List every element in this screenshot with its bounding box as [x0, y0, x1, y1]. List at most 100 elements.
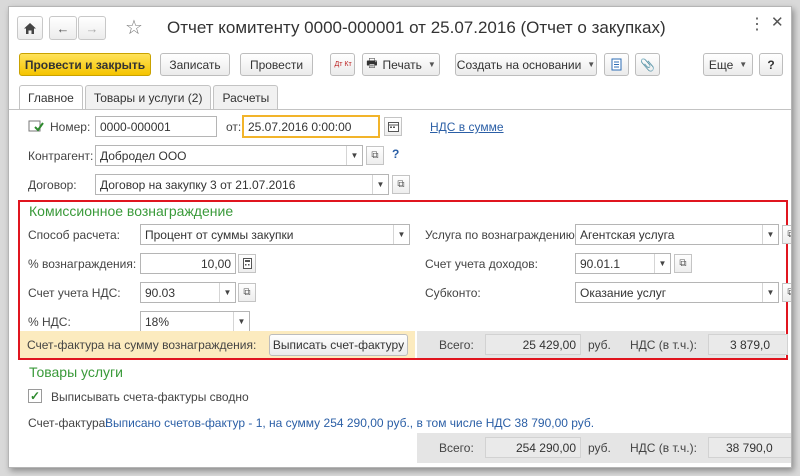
vat-account-field[interactable]: 90.03 ▼: [140, 282, 236, 303]
chevron-down-icon[interactable]: ▼: [233, 312, 249, 331]
income-account-field[interactable]: 90.01.1 ▼: [575, 253, 671, 274]
print-label: Печать: [382, 57, 422, 72]
posted-document-icon: [28, 120, 44, 132]
close-icon[interactable]: ✕: [771, 13, 784, 31]
subconto-value: Оказание услуг: [580, 285, 667, 300]
title-bar: ← → ☆ Отчет комитенту 0000-000001 от 25.…: [9, 7, 791, 49]
post-button[interactable]: Провести: [240, 53, 313, 76]
calc-method-field[interactable]: Процент от суммы закупки ▼: [140, 224, 410, 245]
vat-rate-field[interactable]: 18% ▼: [140, 311, 250, 332]
goods-currency: руб.: [588, 441, 611, 455]
printer-icon: 🖶: [366, 56, 378, 70]
calc-method-value: Процент от суммы закупки: [145, 227, 294, 242]
percent-label: % вознаграждения:: [28, 257, 137, 271]
service-field[interactable]: Агентская услуга ▼: [575, 224, 779, 245]
back-arrow-icon: ←: [56, 20, 70, 36]
vat-account-label: Счет учета НДС:: [28, 286, 121, 300]
chevron-down-icon: ▼: [427, 60, 436, 69]
forward-button[interactable]: →: [78, 16, 106, 40]
calculator-icon: [242, 258, 252, 269]
goods-invoice-link[interactable]: Выписано счетов-фактур - 1, на сумму 254…: [105, 416, 594, 430]
tab-settlements[interactable]: Расчеты: [213, 85, 279, 109]
more-button[interactable]: Еще ▼: [703, 53, 753, 76]
chevron-down-icon[interactable]: ▼: [372, 175, 388, 194]
open-icon: ⧉: [397, 179, 405, 190]
calculator-button[interactable]: [238, 254, 256, 273]
invoice-commission-label: Счет-фактура на сумму вознаграждения:: [27, 338, 257, 352]
open-icon: ⧉: [679, 258, 687, 269]
post-and-close-button[interactable]: Провести и закрыть: [19, 53, 151, 76]
commission-total-field: 25 429,00: [485, 334, 581, 355]
contract-value: Договор на закупку 3 от 21.07.2016: [100, 177, 296, 192]
contract-open-button[interactable]: ⧉: [392, 175, 410, 194]
document-window: ← → ☆ Отчет комитенту 0000-000001 от 25.…: [8, 6, 792, 468]
vat-account-open-button[interactable]: ⧉: [238, 283, 256, 302]
chevron-down-icon[interactable]: ▼: [346, 146, 362, 165]
dt-kt-button[interactable]: Дт Кт: [330, 53, 355, 76]
attach-button[interactable]: 📎: [635, 53, 660, 76]
subconto-open-button[interactable]: ⧉: [782, 283, 791, 302]
commission-total-label: Всего:: [439, 338, 474, 352]
home-icon: [24, 22, 36, 34]
contractor-help-link[interactable]: ?: [392, 147, 399, 161]
dt-kt-icon: Дт Кт: [334, 61, 352, 68]
report-button[interactable]: [604, 53, 629, 76]
goods-vat-field: 38 790,0: [708, 437, 791, 458]
create-based-on-button[interactable]: Создать на основании ▼: [455, 53, 597, 76]
home-button[interactable]: [17, 16, 43, 40]
calendar-icon: [387, 121, 399, 132]
document-icon: [611, 58, 622, 71]
contractor-label: Контрагент:: [28, 149, 94, 163]
window-title: Отчет комитенту 0000-000001 от 25.07.201…: [167, 18, 666, 37]
star-icon[interactable]: ☆: [125, 15, 143, 40]
vat-in-amount-link[interactable]: НДС в сумме: [430, 120, 504, 134]
contractor-field[interactable]: Добродел ООО ▼: [95, 145, 363, 166]
contract-field[interactable]: Договор на закупку 3 от 21.07.2016 ▼: [95, 174, 389, 195]
goods-total-label: Всего:: [439, 441, 474, 455]
chevron-down-icon: ▼: [739, 60, 748, 69]
income-account-value: 90.01.1: [580, 256, 621, 271]
contractor-open-button[interactable]: ⧉: [366, 146, 384, 165]
tab-goods-services[interactable]: Товары и услуги (2): [84, 85, 212, 109]
chevron-down-icon[interactable]: ▼: [219, 283, 235, 302]
chevron-down-icon[interactable]: ▼: [393, 225, 409, 244]
subconto-label: Субконто:: [425, 286, 481, 300]
income-account-open-button[interactable]: ⧉: [674, 254, 692, 273]
help-button[interactable]: ?: [759, 53, 783, 76]
chevron-down-icon: ▼: [587, 60, 596, 69]
summary-invoices-checkbox[interactable]: ✓: [28, 389, 42, 403]
summary-invoices-label: Выписывать счета-фактуры сводно: [51, 390, 249, 404]
forward-arrow-icon: →: [85, 20, 99, 36]
paperclip-icon: 📎: [640, 57, 655, 72]
back-button[interactable]: ←: [49, 16, 77, 40]
service-label: Услуга по вознаграждению:: [425, 228, 579, 242]
commission-vat-field: 3 879,0: [708, 334, 788, 355]
chevron-down-icon[interactable]: ▼: [762, 283, 778, 302]
calendar-button[interactable]: [384, 117, 402, 136]
chevron-down-icon[interactable]: ▼: [762, 225, 778, 244]
date-field[interactable]: 25.07.2016 0:00:00: [242, 115, 380, 138]
number-label: Номер:: [50, 120, 91, 134]
income-account-label: Счет учета доходов:: [425, 257, 538, 271]
subconto-field[interactable]: Оказание услуг ▼: [575, 282, 779, 303]
commission-currency: руб.: [588, 338, 611, 352]
service-open-button[interactable]: ⧉: [782, 225, 791, 244]
number-field[interactable]: 0000-000001: [95, 116, 217, 137]
menu-dots-icon[interactable]: ⋮: [749, 14, 765, 34]
tab-main[interactable]: Главное: [19, 85, 83, 110]
vat-account-value: 90.03: [145, 285, 176, 300]
chevron-down-icon[interactable]: ▼: [654, 254, 670, 273]
open-icon: ⧉: [787, 229, 791, 240]
create-based-label: Создать на основании: [456, 57, 582, 72]
calc-method-label: Способ расчета:: [28, 228, 120, 242]
print-button[interactable]: 🖶 Печать ▼: [362, 53, 440, 76]
save-button[interactable]: Записать: [160, 53, 230, 76]
tab-bar: Главное Товары и услуги (2) Расчеты: [19, 85, 280, 110]
goods-section-title: Товары услуги: [29, 364, 123, 380]
checkmark-icon: ✓: [29, 389, 41, 403]
commission-vat-label: НДС (в т.ч.):: [630, 338, 697, 352]
issue-invoice-button[interactable]: Выписать счет-фактуру: [269, 334, 408, 356]
goods-total-field: 254 290,00: [485, 437, 581, 458]
tab-divider: [9, 109, 791, 110]
percent-field[interactable]: 10,00: [140, 253, 236, 274]
